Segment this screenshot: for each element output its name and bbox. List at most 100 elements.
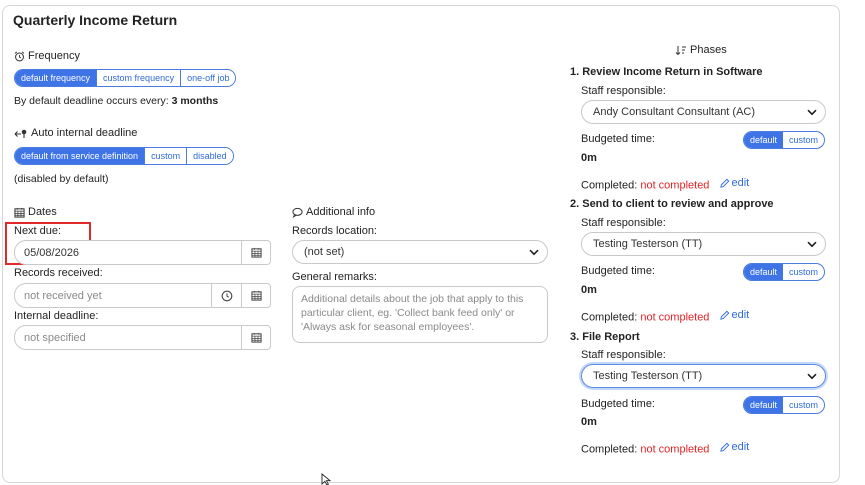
phase-completed-row: Completed: not completed edit xyxy=(581,441,749,456)
phase-title: 1. Review Income Return in Software xyxy=(570,66,763,78)
pin-arrow-icon xyxy=(14,129,27,138)
phase-staff-label: Staff responsible: xyxy=(581,217,666,229)
frequency-note-prefix: By default deadline occurs every: xyxy=(14,95,169,107)
phase-budget-label: Budgeted time: xyxy=(581,265,655,277)
auto-deadline-option-default[interactable]: default from service definition xyxy=(15,148,146,164)
records-location-value: (not set) xyxy=(304,246,345,258)
phase-budget-custom[interactable]: custom xyxy=(783,397,824,413)
records-received-label: Records received: xyxy=(14,267,103,279)
frequency-note-value: 3 months xyxy=(171,95,219,107)
phases-section-label: Phases xyxy=(675,44,727,56)
frequency-note: By default deadline occurs every: 3 mont… xyxy=(14,95,218,107)
dates-section-label: Dates xyxy=(14,206,57,218)
calendar-icon xyxy=(250,290,262,301)
additional-section-label: Additional info xyxy=(292,206,375,218)
frequency-option-oneoff[interactable]: one-off job xyxy=(181,70,236,86)
phase-budget-toggle: default custom xyxy=(743,396,826,414)
phase-edit-label: edit xyxy=(731,309,750,321)
frequency-section-label: Frequency xyxy=(14,50,80,62)
chevron-down-icon xyxy=(807,373,817,379)
phase-staff-label: Staff responsible: xyxy=(581,349,666,361)
auto-deadline-toggle: default from service definition custom d… xyxy=(14,147,234,165)
phase-budget-default[interactable]: default xyxy=(744,264,784,280)
remarks-label: General remarks: xyxy=(292,271,377,283)
next-due-input[interactable]: 05/08/2026 xyxy=(14,240,241,265)
remarks-textarea[interactable]: Additional details about the job that ap… xyxy=(292,286,548,343)
phase-status: not completed xyxy=(640,311,710,324)
phase-budget-value: 0m xyxy=(581,284,597,296)
phase-budget-value: 0m xyxy=(581,152,597,164)
internal-deadline-calendar-button[interactable] xyxy=(241,325,271,350)
phase-completed-row: Completed: not completed edit xyxy=(581,309,749,324)
phase-budget-default[interactable]: default xyxy=(744,132,784,148)
phase-edit-label: edit xyxy=(731,177,750,189)
phase-status: not completed xyxy=(640,443,710,456)
additional-label: Additional info xyxy=(306,206,376,218)
auto-deadline-section-label: Auto internal deadline xyxy=(14,127,137,139)
records-location-select[interactable]: (not set) xyxy=(292,240,548,264)
phase-budget-label: Budgeted time: xyxy=(581,133,655,145)
records-received-now-button[interactable] xyxy=(211,283,241,308)
phase-budget-label: Budgeted time: xyxy=(581,398,655,410)
internal-deadline-group: not specified xyxy=(14,325,271,350)
records-received-input[interactable]: not received yet xyxy=(14,283,211,308)
pencil-icon xyxy=(719,442,729,452)
sort-icon xyxy=(675,45,686,55)
phase-status: not completed xyxy=(640,179,710,192)
frequency-option-default[interactable]: default frequency xyxy=(15,70,98,86)
chevron-down-icon xyxy=(807,241,817,247)
pencil-icon xyxy=(719,178,729,188)
auto-deadline-option-disabled[interactable]: disabled xyxy=(187,148,233,164)
frequency-toggle: default frequency custom frequency one-o… xyxy=(14,69,237,87)
frequency-label: Frequency xyxy=(28,50,80,62)
chevron-down-icon xyxy=(529,249,539,255)
calendar-icon xyxy=(14,207,25,218)
comment-icon xyxy=(292,207,303,218)
clock-icon xyxy=(221,290,232,301)
phase-budget-custom[interactable]: custom xyxy=(783,264,824,280)
phase-budget-value: 0m xyxy=(581,416,597,428)
auto-deadline-option-custom[interactable]: custom xyxy=(145,148,188,164)
phases-label: Phases xyxy=(690,44,727,56)
phase-edit-link[interactable]: edit xyxy=(719,441,750,453)
internal-deadline-input[interactable]: not specified xyxy=(14,325,241,350)
next-due-calendar-button[interactable] xyxy=(241,240,271,265)
mouse-cursor-icon xyxy=(321,473,332,485)
next-due-label: Next due: xyxy=(14,225,62,237)
phase-budget-default[interactable]: default xyxy=(744,397,784,413)
frequency-option-custom[interactable]: custom frequency xyxy=(97,70,182,86)
records-received-group: not received yet xyxy=(14,283,271,308)
phase-budget-toggle: default custom xyxy=(743,263,826,281)
dates-label: Dates xyxy=(28,206,57,218)
phase-staff-value: Andy Consultant Consultant (AC) xyxy=(593,106,756,118)
phase-staff-label: Staff responsible: xyxy=(581,85,666,97)
phase-budget-toggle: default custom xyxy=(743,131,826,149)
chevron-down-icon xyxy=(807,109,817,115)
calendar-icon xyxy=(250,247,262,258)
phase-title: 3. File Report xyxy=(570,331,640,343)
phase-staff-value: Testing Testerson (TT) xyxy=(593,238,703,250)
internal-deadline-label: Internal deadline: xyxy=(14,310,99,322)
phase-title: 2. Send to client to review and approve xyxy=(570,198,774,210)
pencil-icon xyxy=(719,310,729,320)
phase-edit-link[interactable]: edit xyxy=(719,309,750,321)
alarm-clock-icon xyxy=(14,51,25,61)
phase-edit-label: edit xyxy=(731,441,750,453)
phase-edit-link[interactable]: edit xyxy=(719,177,750,189)
phase-completed-label: Completed: xyxy=(581,179,638,192)
page-title: Quarterly Income Return xyxy=(13,12,178,28)
next-due-group: 05/08/2026 xyxy=(14,240,271,265)
phase-budget-custom[interactable]: custom xyxy=(783,132,824,148)
calendar-icon xyxy=(250,332,262,343)
phase-staff-select[interactable]: Testing Testerson (TT) xyxy=(581,232,826,256)
phase-staff-value: Testing Testerson (TT) xyxy=(593,370,703,382)
records-received-calendar-button[interactable] xyxy=(241,283,271,308)
records-location-label: Records location: xyxy=(292,225,377,237)
auto-deadline-note: (disabled by default) xyxy=(14,173,109,185)
phase-completed-label: Completed: xyxy=(581,443,638,456)
phase-staff-select[interactable]: Andy Consultant Consultant (AC) xyxy=(581,100,826,124)
phase-completed-row: Completed: not completed edit xyxy=(581,177,749,192)
phase-staff-select[interactable]: Testing Testerson (TT) xyxy=(581,364,826,388)
auto-deadline-label: Auto internal deadline xyxy=(31,127,138,139)
phase-completed-label: Completed: xyxy=(581,311,638,324)
